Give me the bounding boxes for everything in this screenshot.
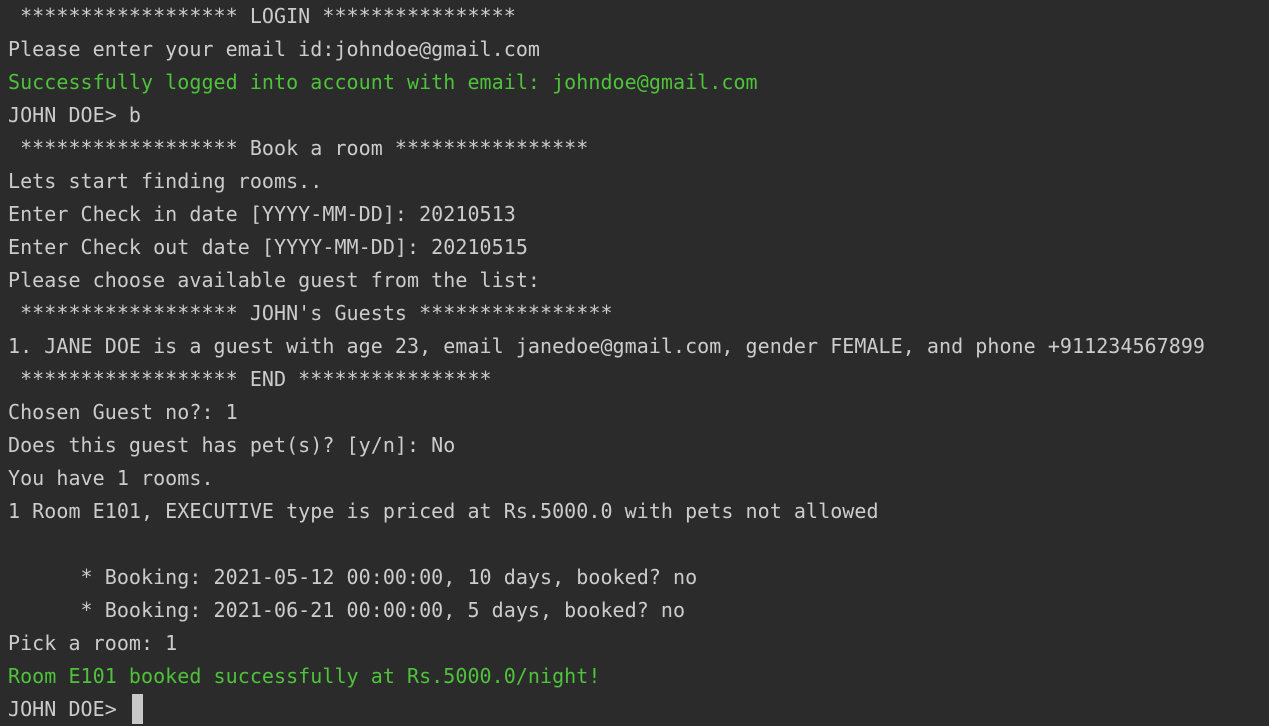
terminal-line: Enter Check out date [YYYY-MM-DD]: 20210…	[8, 235, 528, 259]
terminal-line: Does this guest has pet(s)? [y/n]: No	[8, 433, 456, 457]
terminal-line: 1 Room E101, EXECUTIVE type is priced at…	[8, 499, 879, 523]
terminal-line: Please choose available guest from the l…	[8, 268, 541, 292]
terminal-line-success: Room E101 booked successfully at Rs.5000…	[8, 664, 601, 688]
terminal-line: ****************** LOGIN ***************…	[8, 4, 516, 28]
terminal-line: Enter Check in date [YYYY-MM-DD]: 202105…	[8, 202, 516, 226]
terminal-line: ****************** JOHN's Guests *******…	[8, 301, 613, 325]
terminal-line: ****************** END ****************	[8, 367, 492, 391]
terminal-prompt: JOHN DOE>	[8, 697, 129, 721]
terminal-line: Please enter your email id:johndoe@gmail…	[8, 37, 541, 61]
terminal-prompt-line[interactable]: JOHN DOE>	[8, 693, 143, 726]
terminal-line: JOHN DOE> b	[8, 103, 142, 127]
terminal-line: Pick a room: 1	[8, 631, 178, 655]
terminal-line: Chosen Guest no?: 1	[8, 400, 238, 424]
terminal-line: 1. JANE DOE is a guest with age 23, emai…	[8, 334, 1206, 358]
terminal-output[interactable]: ****************** LOGIN ***************…	[0, 0, 1269, 726]
terminal-line-success: Successfully logged into account with em…	[8, 70, 758, 94]
terminal-line: You have 1 rooms.	[8, 466, 214, 490]
terminal-line: Lets start finding rooms..	[8, 169, 323, 193]
terminal-line: * Booking: 2021-05-12 00:00:00, 10 days,…	[8, 565, 698, 589]
terminal-line: * Booking: 2021-06-21 00:00:00, 5 days, …	[8, 598, 686, 622]
text-cursor	[131, 693, 143, 724]
terminal-line: ****************** Book a room *********…	[8, 136, 589, 160]
